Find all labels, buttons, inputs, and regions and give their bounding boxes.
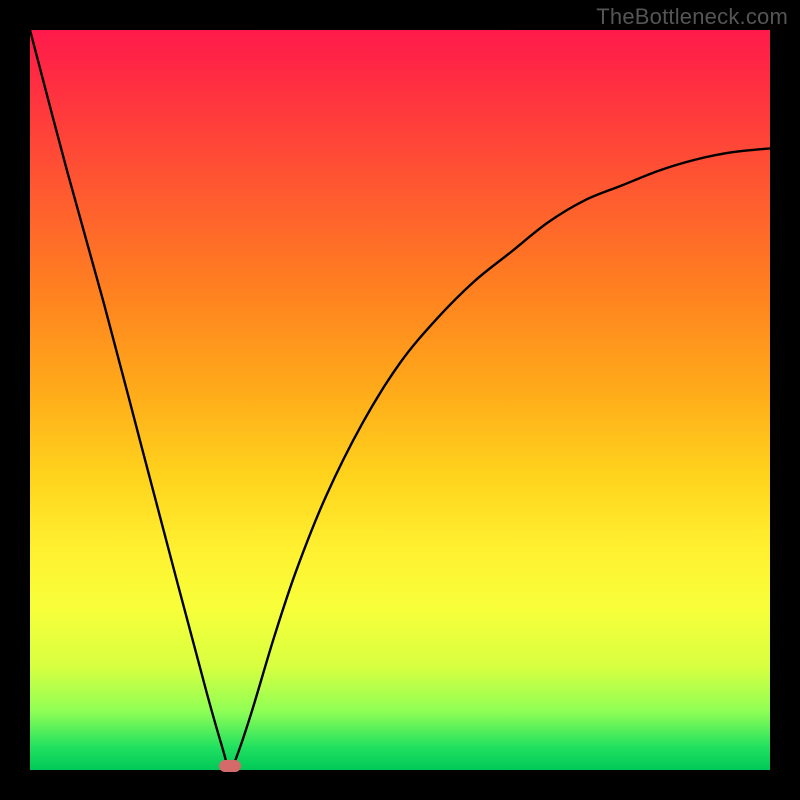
curve-svg bbox=[30, 30, 770, 770]
watermark-text: TheBottleneck.com bbox=[596, 4, 788, 30]
plot-area bbox=[30, 30, 770, 770]
chart-frame: TheBottleneck.com bbox=[0, 0, 800, 800]
minimum-marker bbox=[219, 760, 241, 772]
bottleneck-curve-path bbox=[30, 30, 770, 770]
